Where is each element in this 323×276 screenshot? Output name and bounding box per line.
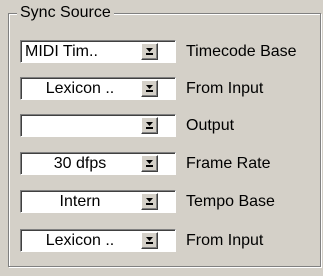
output-dropdown-button[interactable] bbox=[141, 117, 158, 134]
dropdown-arrow-icon bbox=[146, 85, 153, 92]
dropdown-arrow-icon bbox=[146, 160, 153, 167]
tempo-base-combo[interactable]: Intern bbox=[20, 190, 176, 213]
output-label: Output bbox=[186, 117, 235, 134]
frame-rate-dropdown-button[interactable] bbox=[141, 155, 158, 172]
frame-rate-label: Frame Rate bbox=[186, 155, 271, 172]
dropdown-arrow-icon bbox=[146, 198, 153, 205]
tempo-base-row: Intern Tempo Base bbox=[20, 190, 320, 213]
timecode-base-dropdown-button[interactable] bbox=[141, 43, 158, 60]
from-input-row-1: Lexicon .. From Input bbox=[20, 77, 320, 100]
frame-rate-value: 30 dfps bbox=[53, 155, 107, 172]
output-value bbox=[23, 115, 137, 136]
frame-rate-row: 30 dfps Frame Rate bbox=[20, 152, 320, 175]
timecode-base-row: MIDI Tim.. Timecode Base bbox=[20, 40, 320, 63]
from-input-label-2: From Input bbox=[186, 232, 264, 249]
dropdown-arrow-icon bbox=[146, 48, 153, 55]
sync-source-title: Sync Source bbox=[17, 3, 114, 23]
from-input-dropdown-button-2[interactable] bbox=[141, 232, 158, 249]
dropdown-arrow-icon bbox=[146, 237, 153, 244]
tempo-base-dropdown-button[interactable] bbox=[141, 193, 158, 210]
from-input-combo-1[interactable]: Lexicon .. bbox=[20, 77, 176, 100]
from-input-combo-2[interactable]: Lexicon .. bbox=[20, 229, 176, 252]
from-input-value-2: Lexicon .. bbox=[45, 232, 115, 249]
from-input-row-2: Lexicon .. From Input bbox=[20, 229, 320, 252]
output-combo[interactable] bbox=[20, 114, 176, 137]
from-input-value-1: Lexicon .. bbox=[45, 80, 115, 97]
timecode-base-combo[interactable]: MIDI Tim.. bbox=[20, 40, 176, 63]
tempo-base-label: Tempo Base bbox=[186, 193, 275, 210]
tempo-base-value: Intern bbox=[59, 193, 101, 210]
dropdown-arrow-icon bbox=[146, 122, 153, 129]
frame-rate-combo[interactable]: 30 dfps bbox=[20, 152, 176, 175]
timecode-base-label: Timecode Base bbox=[186, 43, 297, 60]
from-input-label-1: From Input bbox=[186, 80, 264, 97]
from-input-dropdown-button-1[interactable] bbox=[141, 80, 158, 97]
timecode-base-value: MIDI Tim.. bbox=[25, 43, 98, 60]
output-row: Output bbox=[20, 114, 320, 137]
